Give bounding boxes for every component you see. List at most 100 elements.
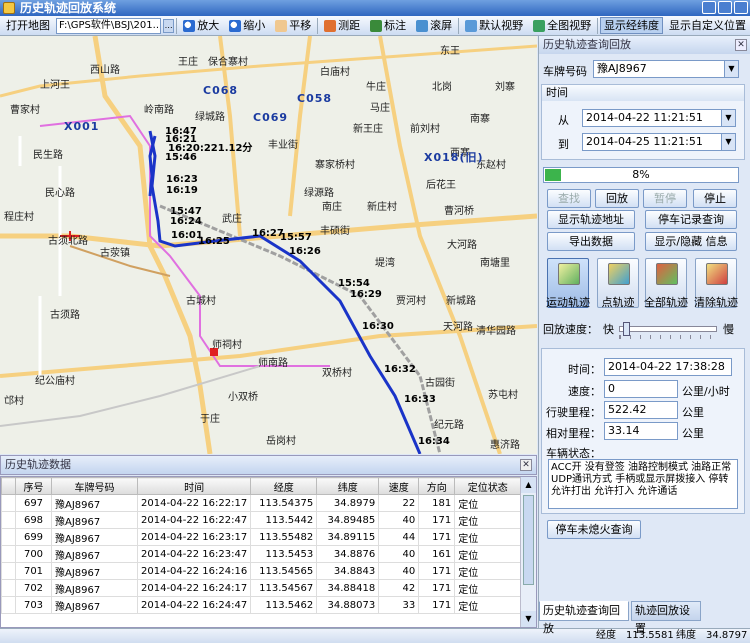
column-header[interactable]: 时间 — [136, 477, 252, 495]
show-address-button[interactable]: 显示轨迹地址 — [547, 210, 635, 229]
map-place: 丰业街 — [268, 140, 298, 151]
cell-direction: 161 — [418, 545, 456, 563]
stop-button[interactable]: 停止 — [693, 189, 737, 208]
zoom-in-button[interactable]: 放大 — [179, 17, 223, 34]
table-row[interactable]: 698 豫AJ8967 2014-04-22 16:22:47 113.5442 34.… — [1, 511, 522, 529]
close-button[interactable] — [734, 1, 748, 14]
chevron-down-icon[interactable]: ▼ — [721, 134, 735, 150]
park-record-button[interactable]: 停车记录查询 — [645, 210, 737, 229]
map-place: 民生路 — [33, 150, 63, 161]
speed-slider-knob[interactable] — [622, 322, 630, 336]
map-place: 绿城路 — [195, 112, 225, 123]
map-place: 南寨 — [470, 114, 490, 125]
map-place: 后花王 — [426, 180, 456, 191]
pause-button[interactable]: 暂停 — [643, 189, 687, 208]
map-place: 曹河桥 — [444, 206, 474, 217]
cell-direction: 171 — [418, 528, 456, 546]
browse-button[interactable]: … — [162, 18, 175, 33]
from-datetime-picker[interactable]: 2014-04-22 11:21:51 ▼ — [582, 109, 736, 127]
show-custom-pos-toggle[interactable]: 显示自定义位置 — [665, 17, 750, 34]
tab-history-query[interactable]: 历史轨迹查询回放 — [539, 601, 629, 635]
measure-button[interactable]: 测距 — [320, 17, 364, 34]
query-button[interactable]: 查找 — [547, 189, 591, 208]
map-place: 西山路 — [90, 65, 120, 76]
map-place: 民心路 — [45, 188, 75, 199]
scroll-down-arrow[interactable]: ▼ — [521, 611, 536, 627]
vehicle-status-text[interactable]: ACC开 没有登签 油路控制模式 油路正常 UDP通讯方式 手柄或显示屏拨接入 … — [548, 459, 738, 509]
scroll-up-arrow[interactable]: ▲ — [521, 477, 536, 493]
grid-scrollbar[interactable]: ▲ ▼ — [520, 477, 536, 627]
column-header[interactable]: 纬度 — [316, 477, 380, 495]
replay-speed-slider[interactable] — [619, 326, 717, 332]
minimize-button[interactable] — [702, 1, 716, 14]
column-header[interactable]: 速度 — [378, 477, 420, 495]
scroll-thumb[interactable] — [523, 495, 534, 585]
tab-replay-settings[interactable]: 轨迹回放设置 — [631, 601, 701, 635]
column-header[interactable]: 经度 — [250, 477, 318, 495]
maximize-button[interactable] — [718, 1, 732, 14]
roam-button[interactable]: 滚屏 — [412, 17, 456, 34]
pan-button[interactable]: 平移 — [271, 17, 315, 34]
cell-speed: 40 — [378, 545, 420, 563]
column-header[interactable]: 定位状态 — [454, 477, 522, 495]
cell-status: 定位 — [454, 596, 522, 614]
to-datetime-picker[interactable]: 2014-04-25 11:21:51 ▼ — [582, 133, 736, 151]
column-header[interactable]: 序号 — [15, 477, 52, 495]
table-row[interactable]: 697 豫AJ8967 2014-04-22 16:22:17 113.54375 34… — [1, 494, 522, 512]
time-field[interactable]: 2014-04-22 17:38:28 — [604, 358, 732, 376]
column-header[interactable]: 车牌号码 — [51, 477, 138, 495]
map-place: 邙村 — [4, 396, 24, 407]
map-place: 刘寨 — [495, 82, 515, 93]
map-view[interactable]: 西山路 王庄 保合寨村 白庙村 东王 牛庄 马庄 北岗 刘寨 岭南路 曹家村 绿… — [0, 36, 537, 454]
track-time-label: 16:25 — [198, 236, 230, 247]
zoom-out-button[interactable]: 缩小 — [225, 17, 269, 34]
full-view-button[interactable]: 全图视野 — [529, 17, 595, 34]
cell-direction: 171 — [418, 562, 456, 580]
row-indicator — [1, 545, 16, 563]
chevron-down-icon[interactable]: ▼ — [724, 61, 738, 77]
map-place: 天河路 — [443, 322, 473, 333]
data-grid-header: 历史轨迹数据 ✕ — [0, 455, 537, 475]
column-header[interactable]: 方向 — [418, 477, 456, 495]
export-button[interactable]: 导出数据 — [547, 232, 635, 251]
park-no-off-query-button[interactable]: 停车未熄火查询 — [547, 520, 641, 539]
history-table: 序号 车牌号码 时间 经度 纬度 速度 方向 定位状态 697 豫AJ8967 20… — [1, 477, 522, 614]
replay-button[interactable]: 回放 — [595, 189, 639, 208]
map-place: 古须路 — [50, 310, 80, 321]
close-grid-button[interactable]: ✕ — [520, 459, 532, 471]
cell-speed: 22 — [378, 494, 420, 512]
table-row[interactable]: 701 豫AJ8967 2014-04-22 16:24:16 113.54565 34… — [1, 562, 522, 580]
mileage-field[interactable]: 522.42 — [604, 401, 678, 419]
toggle-info-button[interactable]: 显示/隐藏 信息 — [645, 232, 737, 251]
map-path-field[interactable]: F:\GPS软件\BSJ\201... — [56, 17, 161, 34]
mark-button[interactable]: 标注 — [366, 17, 410, 34]
table-row[interactable]: 702 豫AJ8967 2014-04-22 16:24:17 113.54567 34… — [1, 579, 522, 597]
track-time-label: 16:23 — [166, 174, 198, 185]
table-row[interactable]: 703 豫AJ8967 2014-04-22 16:24:47 113.5462 34.… — [1, 596, 522, 614]
map-place: 古须北路 — [48, 236, 88, 247]
track-time-label: 15:54 — [338, 278, 370, 289]
replay-progress-bar: 8% — [543, 167, 739, 183]
divider — [176, 17, 178, 34]
highway-label: C068 — [203, 84, 239, 97]
cell-index: 701 — [15, 562, 52, 580]
table-row[interactable]: 699 豫AJ8967 2014-04-22 16:23:17 113.55482 34… — [1, 528, 522, 546]
show-lonlat-toggle[interactable]: 显示经纬度 — [600, 17, 664, 34]
panel-header: 历史轨迹查询回放 ✕ — [539, 36, 750, 54]
cell-direction: 171 — [418, 579, 456, 597]
table-row[interactable]: 700 豫AJ8967 2014-04-22 16:23:47 113.5453 34.… — [1, 545, 522, 563]
chevron-down-icon[interactable]: ▼ — [721, 110, 735, 126]
slider-ticks — [619, 335, 717, 339]
history-data-grid[interactable]: 序号 车牌号码 时间 经度 纬度 速度 方向 定位状态 697 豫AJ8967 20… — [0, 476, 537, 628]
spd-field[interactable]: 0 — [604, 380, 678, 398]
default-view-button[interactable]: 默认视野 — [461, 17, 527, 34]
map-place: 小双桥 — [228, 392, 258, 403]
rel-mileage-field[interactable]: 33.14 — [604, 422, 678, 440]
close-panel-button[interactable]: ✕ — [735, 39, 747, 51]
map-place: 师祠村 — [212, 340, 242, 351]
open-map-button[interactable]: 打开地图 — [2, 17, 54, 34]
motion-track-icon — [558, 263, 580, 285]
plate-select[interactable]: 豫AJ8967 ▼ — [593, 60, 739, 78]
map-place: 寨家桥村 — [315, 160, 355, 171]
mileage-unit: 公里 — [682, 406, 704, 419]
